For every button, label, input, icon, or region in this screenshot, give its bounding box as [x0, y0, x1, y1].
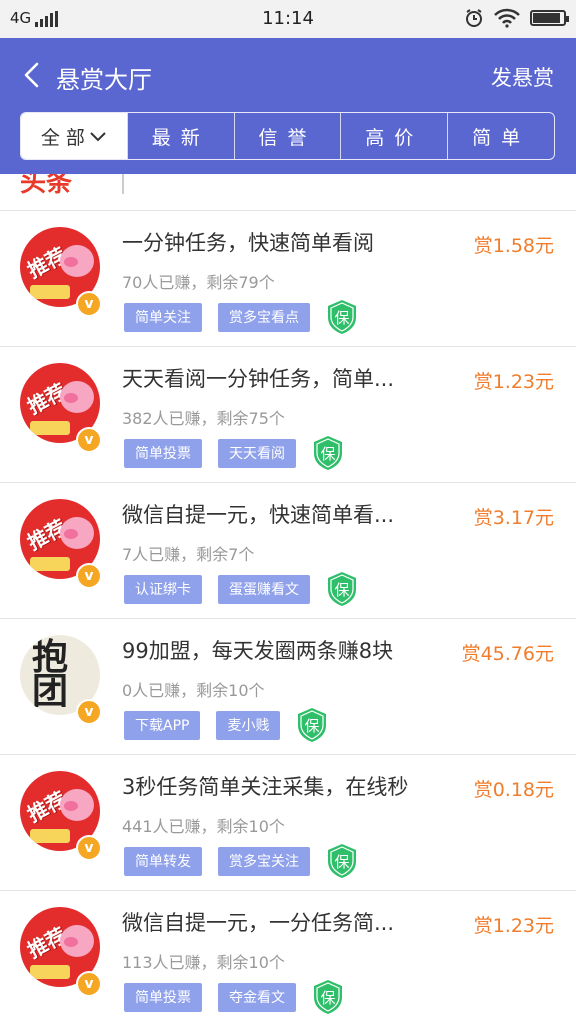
pig-icon	[60, 381, 94, 413]
vip-badge-icon: v	[76, 971, 102, 997]
post-bounty-button[interactable]: 发悬赏	[491, 62, 554, 92]
list-item[interactable]: 推荐 v 微信自提一元，一分任务简... 赏1.23元 113人已赚，剩余10个…	[0, 891, 576, 1024]
task-tag: 下载APP	[124, 710, 201, 740]
task-title: 天天看阅一分钟任务，简单...	[122, 367, 395, 391]
vip-badge-icon: v	[76, 291, 102, 317]
reward-amount: 赏0.18元	[473, 779, 554, 801]
shield-icon: 保	[298, 708, 327, 742]
task-stats: 7人已赚，剩余7个	[122, 545, 255, 564]
partial-logo: 头条	[20, 174, 73, 198]
shield-label: 保	[334, 853, 349, 871]
task-tag: 赏多宝看点	[218, 302, 310, 332]
reward-amount: 赏3.17元	[473, 507, 554, 529]
avatar-decoration	[30, 285, 70, 299]
tag-row: 下载APP 麦小贱 保	[124, 707, 328, 743]
divider	[122, 174, 124, 194]
task-title: 3秒任务简单关注采集，在线秒	[122, 775, 409, 799]
reward-amount: 赏45.76元	[461, 643, 554, 665]
shield-label: 保	[334, 309, 349, 327]
task-stats: 113人已赚，剩余10个	[122, 953, 285, 972]
tab-reputation[interactable]: 信誉	[233, 113, 341, 159]
task-tag: 夺金看文	[218, 982, 296, 1012]
task-tag: 简单投票	[124, 982, 202, 1012]
shield-label: 保	[320, 445, 335, 463]
task-tag: 天天看阅	[218, 438, 296, 468]
tab-label: 高价	[365, 126, 424, 149]
task-list[interactable]: 头条 推荐 v 一分钟任务，快速简单看阅 赏1.58元 70人已赚，剩余79个 …	[0, 174, 576, 1024]
list-item[interactable]: 推荐 v 一分钟任务，快速简单看阅 赏1.58元 70人已赚，剩余79个 简单关…	[0, 211, 576, 347]
task-tag: 赏多宝关注	[218, 846, 310, 876]
app-header: 悬赏大厅 发悬赏 全部 最新 信誉 高价 简单	[0, 38, 576, 174]
tag-row: 简单投票 夺金看文 保	[124, 979, 344, 1015]
tab-label: 简单	[472, 126, 531, 149]
task-title: 99加盟，每天发圈两条赚8块	[122, 639, 394, 663]
tag-row: 简单投票 天天看阅 保	[124, 435, 344, 471]
task-title: 微信自提一元，一分任务简...	[122, 911, 395, 935]
list-item[interactable]: 推荐 v 微信自提一元，快速简单看... 赏3.17元 7人已赚，剩余7个 认证…	[0, 483, 576, 619]
pig-icon	[60, 925, 94, 957]
list-item-partial[interactable]: 头条	[0, 174, 576, 211]
vip-badge-icon: v	[76, 699, 102, 725]
task-tag: 蛋蛋赚看文	[218, 574, 310, 604]
vip-badge-icon: v	[76, 563, 102, 589]
shield-icon: 保	[314, 436, 342, 470]
shield-icon: 保	[314, 980, 342, 1014]
tab-label: 信誉	[258, 126, 317, 149]
shield-label: 保	[334, 581, 349, 599]
vip-badge-icon: v	[76, 427, 102, 453]
task-stats: 441人已赚，剩余10个	[122, 817, 285, 836]
shield-icon: 保	[328, 844, 356, 878]
task-tag: 简单关注	[124, 302, 202, 332]
pig-icon	[60, 517, 94, 549]
task-title: 一分钟任务，快速简单看阅	[122, 231, 374, 255]
pig-icon	[60, 245, 94, 277]
page-title: 悬赏大厅	[56, 66, 152, 94]
battery-icon	[530, 10, 569, 26]
shield-icon: 保	[328, 300, 356, 334]
reward-amount: 赏1.23元	[473, 371, 554, 393]
back-arrow-icon[interactable]	[18, 60, 48, 90]
shield-label: 保	[305, 717, 320, 735]
alarm-icon	[466, 9, 482, 27]
tag-row: 简单关注 赏多宝看点 保	[124, 299, 358, 335]
avatar-decoration	[30, 965, 70, 979]
tab-high-price[interactable]: 高价	[340, 113, 447, 159]
filter-tabs: 全部 最新 信誉 高价 简单	[20, 112, 555, 160]
task-stats: 70人已赚，剩余79个	[122, 273, 275, 292]
list-item[interactable]: 推荐 v 3秒任务简单关注采集，在线秒 赏0.18元 441人已赚，剩余10个 …	[0, 755, 576, 891]
tab-label: 全部	[40, 126, 91, 149]
tab-all[interactable]: 全部	[21, 113, 127, 159]
chevron-down-icon	[90, 132, 106, 142]
list-item[interactable]: 抱团 v 99加盟，每天发圈两条赚8块 赏45.76元 0人已赚，剩余10个 下…	[0, 619, 576, 755]
task-stats: 0人已赚，剩余10个	[122, 681, 265, 700]
avatar-decoration	[30, 421, 70, 435]
shield-icon: 保	[328, 572, 356, 606]
shield-label: 保	[320, 989, 335, 1007]
task-stats: 382人已赚，剩余75个	[122, 409, 285, 428]
reward-amount: 赏1.23元	[473, 915, 554, 937]
pig-icon	[60, 789, 94, 821]
list-item[interactable]: 推荐 v 天天看阅一分钟任务，简单... 赏1.23元 382人已赚，剩余75个…	[0, 347, 576, 483]
task-tag: 麦小贱	[216, 710, 281, 740]
reward-amount: 赏1.58元	[473, 235, 554, 257]
task-title: 微信自提一元，快速简单看...	[122, 503, 395, 527]
task-tag: 简单转发	[124, 846, 202, 876]
tab-latest[interactable]: 最新	[126, 113, 234, 159]
task-tag: 认证绑卡	[124, 574, 202, 604]
status-bar: 4G 11:14	[0, 0, 576, 38]
tab-simple[interactable]: 简单	[447, 113, 554, 159]
avatar-decoration	[30, 557, 70, 571]
avatar-text: 抱团	[31, 637, 68, 712]
tag-row: 简单转发 赏多宝关注 保	[124, 843, 358, 879]
wifi-icon	[494, 8, 520, 28]
tab-label: 最新	[151, 126, 210, 149]
vip-badge-icon: v	[76, 835, 102, 861]
task-tag: 简单投票	[124, 438, 202, 468]
tag-row: 认证绑卡 蛋蛋赚看文 保	[124, 571, 358, 607]
avatar-decoration	[30, 829, 70, 843]
